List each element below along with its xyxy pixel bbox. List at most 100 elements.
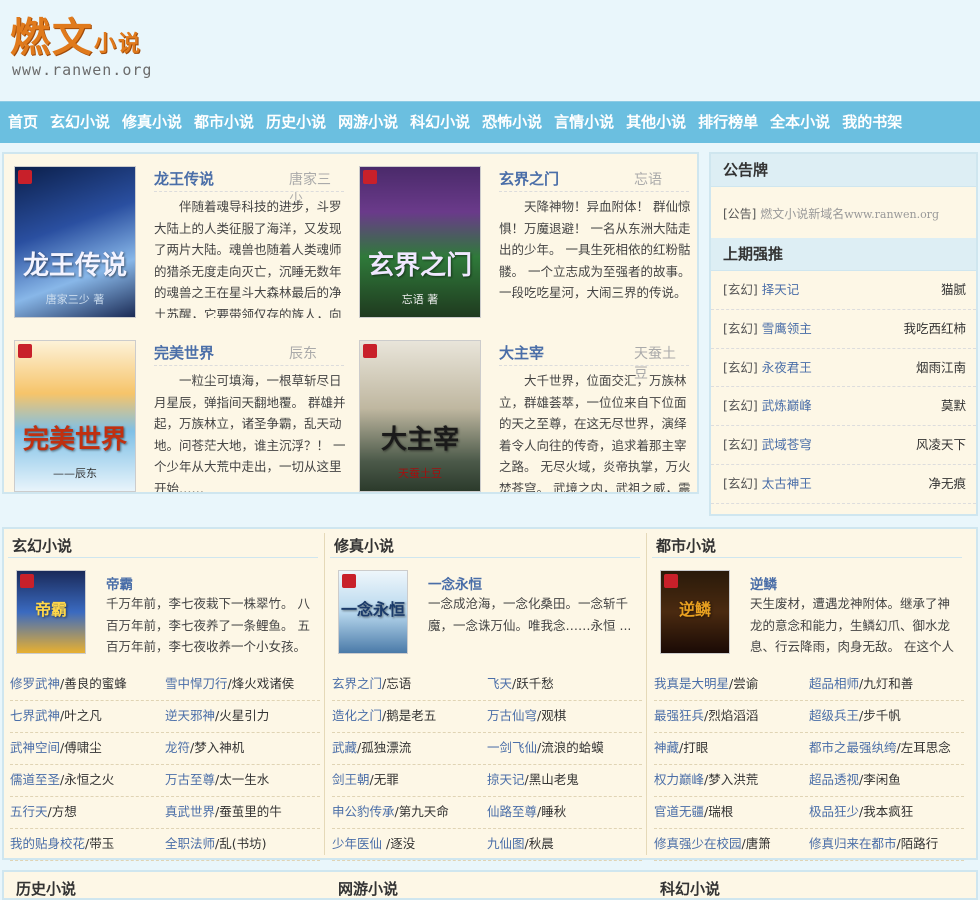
book-title-link[interactable]: 全职法师: [165, 836, 215, 851]
cover-author-art: ——辰东: [53, 467, 97, 480]
book-list-item: 武藏/孤独漂流: [332, 733, 487, 764]
book-list-item: 真武世界/蚕茧里的牛: [165, 797, 320, 828]
book-title-link[interactable]: 超品相师: [809, 676, 859, 691]
nav-item[interactable]: 科幻小说: [406, 102, 474, 143]
category-heading[interactable]: 修真小说: [334, 535, 394, 556]
notice-item[interactable]: [公告] 燃文小说新域名www.ranwen.org: [711, 187, 976, 238]
book-cover[interactable]: 龙王传说 唐家三少 著: [14, 166, 136, 318]
book-title-link[interactable]: 掠天记: [487, 772, 525, 787]
book-title-link[interactable]: 超级兵王: [809, 708, 859, 723]
nav-item[interactable]: 我的书架: [838, 102, 906, 143]
book-title-link[interactable]: 申公豹传承: [332, 804, 395, 819]
book-author: 睡秋: [541, 804, 567, 819]
book-title-link[interactable]: 都市之最强纨绔: [809, 740, 897, 755]
book-title-link[interactable]: 神藏: [654, 740, 679, 755]
book-title-link[interactable]: 仙路至尊: [487, 804, 537, 819]
featured-title-link[interactable]: 逆鳞: [750, 573, 777, 593]
site-logo[interactable]: 燃文小说 www.ranwen.org: [10, 14, 180, 84]
book-title-link[interactable]: 万古仙穹: [487, 708, 537, 723]
book-title-link[interactable]: 修真强少在校园: [654, 836, 742, 851]
book-list-row: 五行天/方想 真武世界/蚕茧里的牛: [10, 797, 320, 829]
book-list-item: 修真强少在校园/唐箫: [654, 829, 809, 860]
category-column: 玄幻小说 帝霸 帝霸 千万年前，李七夜栽下一株翠竹。 八百万年前，李七夜养了一条鲤鱼。…: [4, 529, 322, 861]
rank-category: [玄幻]: [723, 437, 758, 453]
rank-title-link[interactable]: 武炼巅峰: [762, 398, 812, 413]
book-title-link[interactable]: 龙王传说: [154, 168, 214, 189]
book-title-link[interactable]: 超品透视: [809, 772, 859, 787]
book-list-item: 全职法师/乱(书坊): [165, 829, 320, 860]
cover-title-art: 大主宰: [380, 425, 459, 455]
book-list-item: 掠天记/黑山老鬼: [487, 765, 642, 796]
rank-title-link[interactable]: 太古神王: [762, 476, 812, 491]
nav-item[interactable]: 其他小说: [622, 102, 690, 143]
book-title-link[interactable]: 万古至尊: [165, 772, 215, 787]
rank-title-link[interactable]: 择天记: [762, 282, 800, 297]
category-heading[interactable]: 玄幻小说: [12, 535, 72, 556]
book-list-row: 神藏/打眼 都市之最强纨绔/左耳思念: [654, 733, 964, 765]
book-title-link[interactable]: 一剑飞仙: [487, 740, 537, 755]
book-title-link[interactable]: 完美世界: [154, 342, 214, 363]
book-title-link[interactable]: 九仙图: [487, 836, 525, 851]
book-title-link[interactable]: 权力巅峰: [654, 772, 704, 787]
book-title-link[interactable]: 剑王朝: [332, 772, 370, 787]
book-cover[interactable]: 玄界之门 忘语 著: [359, 166, 481, 318]
book-cover[interactable]: 帝霸: [16, 570, 86, 654]
book-title-link[interactable]: 修真归来在都市: [809, 836, 897, 851]
book-list-row: 武藏/孤独漂流 一剑飞仙/流浪的蛤蟆: [332, 733, 642, 765]
book-title-link[interactable]: 造化之门: [332, 708, 382, 723]
nav-item[interactable]: 玄幻小说: [46, 102, 114, 143]
book-title-link[interactable]: 五行天: [10, 804, 48, 819]
book-cover[interactable]: 完美世界 ——辰东: [14, 340, 136, 492]
nav-item[interactable]: 首页: [4, 102, 42, 143]
book-title-link[interactable]: 儒道至圣: [10, 772, 60, 787]
book-title-link[interactable]: 最强狂兵: [654, 708, 704, 723]
book-cover[interactable]: 逆鳞: [660, 570, 730, 654]
book-title-link[interactable]: 七界武神: [10, 708, 60, 723]
book-title-link[interactable]: 我的贴身校花: [10, 836, 85, 851]
nav-item[interactable]: 修真小说: [118, 102, 186, 143]
book-list-item: 极品狂少/我本疯狂: [809, 797, 964, 828]
book-title-link[interactable]: 玄界之门: [499, 168, 559, 189]
notice-url[interactable]: www.ranwen.org: [844, 208, 939, 221]
nav-item[interactable]: 网游小说: [334, 102, 402, 143]
book-description: 一粒尘可填海，一根草斩尽日月星辰，弹指间天翻地覆。 群雄并起，万族林立，诸圣争霸…: [154, 373, 346, 492]
book-cover[interactable]: 一念永恒: [338, 570, 408, 654]
book-author: 烽火戏诸侯: [231, 676, 295, 691]
category-heading[interactable]: 都市小说: [656, 535, 716, 556]
book-title-link[interactable]: 龙符: [165, 740, 190, 755]
nav-item[interactable]: 排行榜单: [694, 102, 762, 143]
book-list-item: 万古至尊/太一生水: [165, 765, 320, 796]
book-title-link[interactable]: 我真是大明星: [654, 676, 729, 691]
notice-heading: 公告牌: [711, 154, 976, 187]
nav-item[interactable]: 恐怖小说: [478, 102, 546, 143]
book-title-link[interactable]: 飞天: [487, 676, 512, 691]
book-title-link[interactable]: 武神空间: [10, 740, 60, 755]
book-title-link[interactable]: 极品狂少: [809, 804, 859, 819]
nav-item[interactable]: 都市小说: [190, 102, 258, 143]
book-list-item: 剑王朝/无罪: [332, 765, 487, 796]
book-title-link[interactable]: 少年医仙: [332, 836, 386, 851]
rank-author: 我吃西红柿: [903, 320, 966, 336]
book-title-link[interactable]: 玄界之门: [332, 676, 382, 691]
book-author: 带玉: [89, 836, 115, 851]
featured-title-link[interactable]: 一念永恒: [428, 573, 482, 593]
book-title-link[interactable]: 修罗武神: [10, 676, 60, 691]
notice-text[interactable]: 燃文小说新域名: [760, 207, 844, 221]
book-list-row: 儒道至圣/永恒之火 万古至尊/太一生水: [10, 765, 320, 797]
book-cover[interactable]: 大主宰 天蚕土豆: [359, 340, 481, 492]
book-title-link[interactable]: 真武世界: [165, 804, 215, 819]
nav-item[interactable]: 言情小说: [550, 102, 618, 143]
rank-title-link[interactable]: 武域苍穹: [762, 437, 812, 452]
featured-title-link[interactable]: 帝霸: [106, 573, 133, 593]
book-title-link[interactable]: 官道无疆: [654, 804, 704, 819]
book-title-link[interactable]: 雪中悍刀行: [165, 676, 228, 691]
book-title-link[interactable]: 大主宰: [499, 342, 544, 363]
rank-title-link[interactable]: 永夜君王: [762, 360, 812, 375]
nav-item[interactable]: 历史小说: [262, 102, 330, 143]
nav-item[interactable]: 全本小说: [766, 102, 834, 143]
rank-title-link[interactable]: 雪鹰领主: [762, 321, 812, 336]
book-list-item: 造化之门/鹅是老五: [332, 701, 487, 732]
cover-title-art: 逆鳞: [678, 599, 711, 619]
book-title-link[interactable]: 武藏: [332, 740, 357, 755]
book-title-link[interactable]: 逆天邪神: [165, 708, 215, 723]
